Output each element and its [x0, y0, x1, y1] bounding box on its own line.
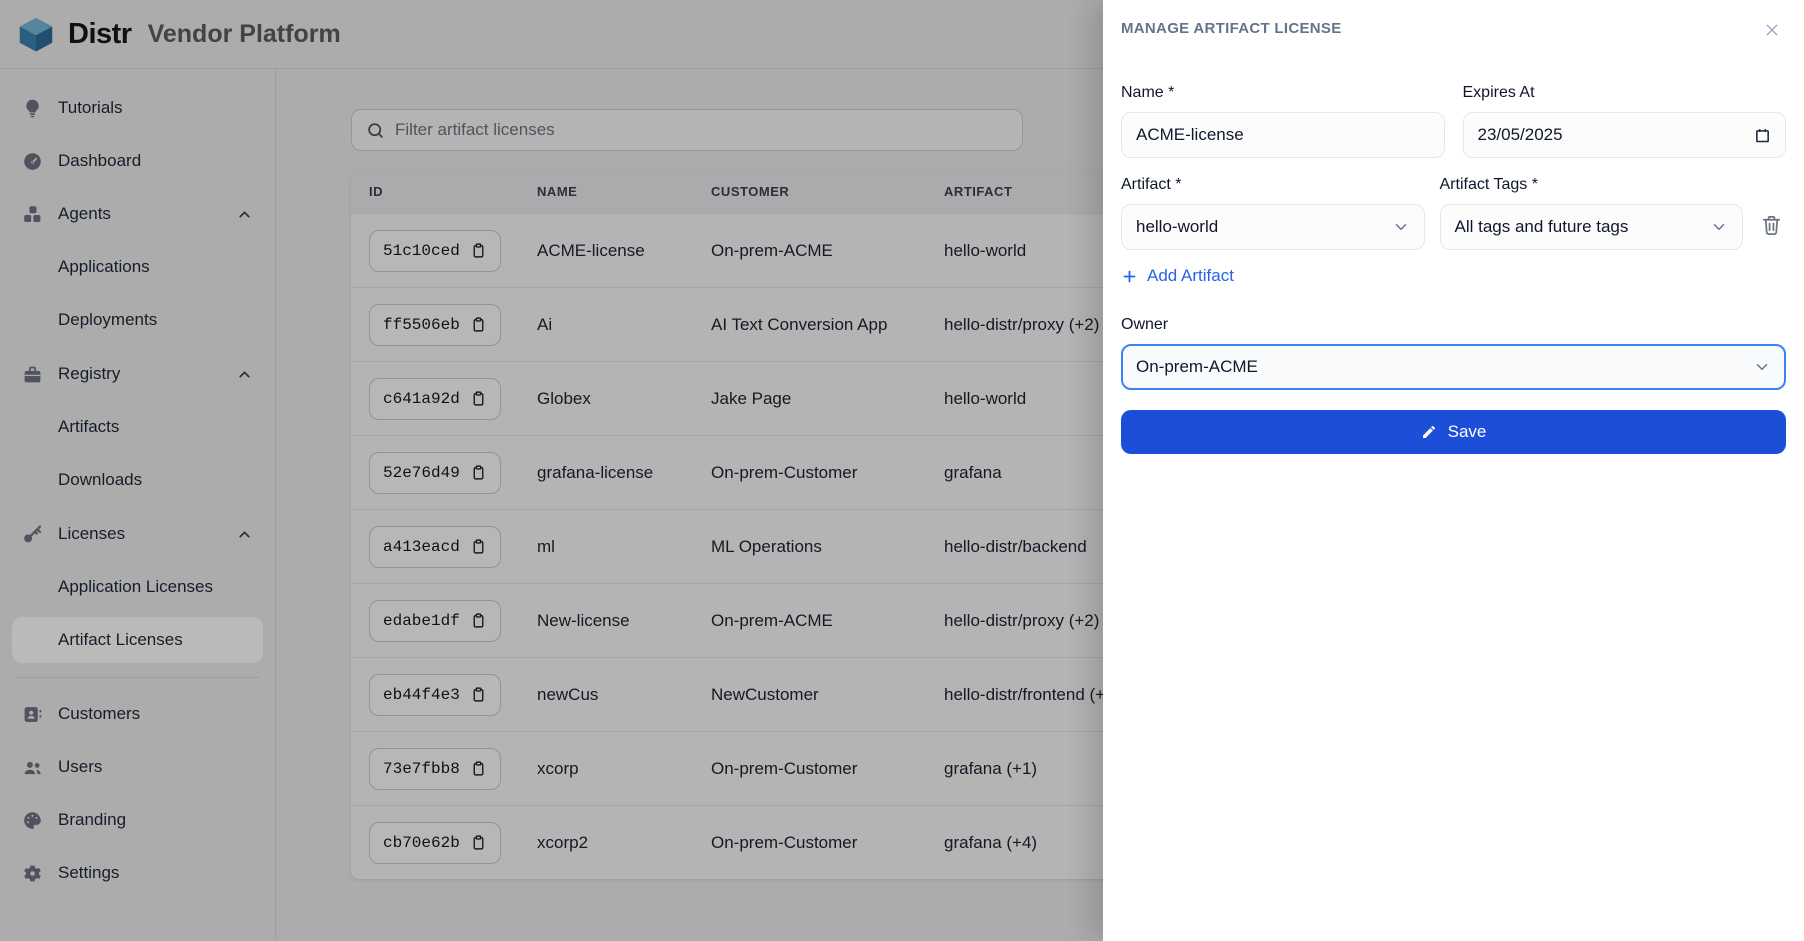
close-button[interactable] [1758, 16, 1786, 44]
pencil-icon [1422, 425, 1435, 438]
artifact-label: Artifact * [1121, 176, 1182, 193]
owner-select-value: On-prem-ACME [1136, 356, 1258, 376]
owner-select[interactable]: On-prem-ACME [1121, 343, 1786, 390]
save-button-label: Save [1447, 421, 1487, 441]
chevron-down-icon [1756, 363, 1768, 370]
name-label: Name * [1121, 84, 1175, 101]
artifact-tags-select-value: All tags and future tags [1454, 217, 1629, 236]
close-icon [1766, 24, 1778, 36]
manage-artifact-license-drawer: MANAGE ARTIFACT LICENSE Name * Expires A… [1103, 0, 1804, 941]
expires-date-input[interactable]: 23/05/2025 [1462, 112, 1786, 158]
plus-icon [1123, 270, 1136, 282]
artifact-tags-field-group: Artifact Tags * All tags and future tags [1439, 176, 1743, 250]
owner-label: Owner [1121, 315, 1169, 333]
calendar-icon[interactable] [1754, 127, 1771, 144]
save-button[interactable]: Save [1121, 409, 1786, 454]
owner-field-group: Owner On-prem-ACME [1121, 316, 1786, 390]
expires-field-group: Expires At 23/05/2025 [1462, 84, 1786, 158]
artifact-tags-select[interactable]: All tags and future tags [1439, 204, 1743, 250]
drawer-title: MANAGE ARTIFACT LICENSE [1121, 20, 1342, 37]
expires-label: Expires At [1462, 84, 1535, 101]
artifact-field-group: Artifact * hello-world [1121, 176, 1425, 250]
trash-icon [1762, 215, 1780, 235]
artifact-select[interactable]: hello-world [1121, 204, 1425, 250]
name-field-group: Name * [1121, 84, 1445, 158]
name-input-wrap [1121, 112, 1445, 158]
expires-value: 23/05/2025 [1477, 125, 1563, 144]
add-artifact-label: Add Artifact [1147, 266, 1234, 285]
artifact-select-value: hello-world [1136, 217, 1219, 236]
add-artifact-button[interactable]: Add Artifact [1121, 266, 1234, 286]
chevron-down-icon [1713, 224, 1725, 230]
chevron-down-icon [1395, 224, 1406, 230]
artifact-tags-label: Artifact Tags * [1439, 176, 1538, 193]
name-input[interactable] [1136, 125, 1430, 145]
remove-artifact-button[interactable] [1758, 213, 1784, 239]
